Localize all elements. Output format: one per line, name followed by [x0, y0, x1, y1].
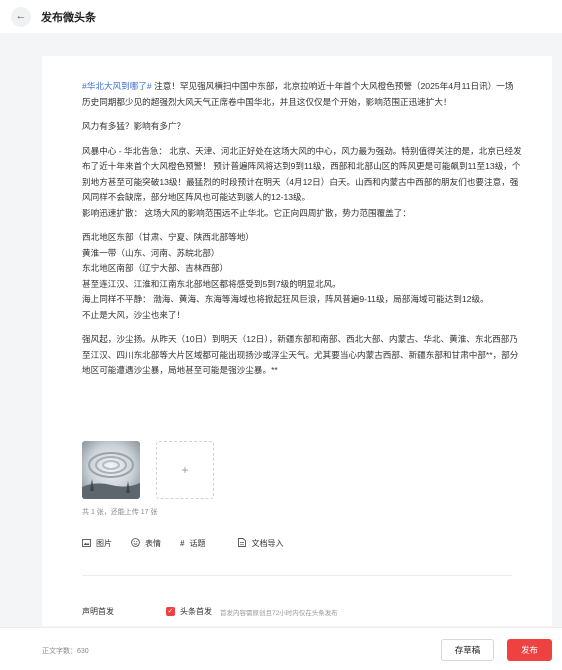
hashtag-link[interactable]: #华北大风到哪了# — [82, 81, 152, 91]
toolbar-topic-button[interactable]: # 话题 — [180, 538, 205, 549]
editor-card: #华北大风到哪了# 注意！罕见强风横扫中国中东部，北京拉响近十年首个大风橙色预警… — [42, 56, 552, 626]
region-line: 甚至连江汉、江淮和江南东北部地区都将感受到5到7级的明显北风。 — [82, 278, 341, 289]
post-editor[interactable]: #华北大风到哪了# 注意！罕见强风横扫中国中东部，北京拉响近十年首个大风橙色预警… — [82, 79, 522, 388]
editor-toolbar: 图片 表情 # 话题 文档导入 — [82, 538, 302, 549]
post-intro: #华北大风到哪了# 注意！罕见强风横扫中国中东部，北京拉响近十年首个大风橙色预警… — [82, 79, 522, 110]
footer-bar: 正文字数：630 存草稿 发布 — [0, 627, 562, 670]
first-publish-checkbox[interactable]: ✓ — [166, 607, 175, 616]
region-line: 黄淮一带（山东、河南、苏皖北部） — [82, 247, 220, 258]
add-image-button[interactable]: + — [156, 441, 214, 499]
image-icon — [82, 538, 91, 549]
post-question: 风力有多猛？影响有多广？ — [82, 121, 186, 131]
uploaded-image-thumbnail[interactable] — [82, 441, 140, 499]
toolbar-emoji-label: 表情 — [145, 539, 161, 548]
back-arrow-icon[interactable]: ← — [11, 6, 31, 27]
save-draft-button[interactable]: 存草稿 — [441, 639, 494, 661]
toolbar-doc-import-label: 文档导入 — [251, 539, 284, 548]
toolbar-emoji-button[interactable]: 表情 — [131, 538, 161, 549]
image-count-text: 共 1 张，还能上传 17 张 — [82, 509, 158, 516]
declaration-row: 声明首发 ✓ 头条首发 首发内容需原创且72小时内仅在头条发布 — [82, 606, 522, 617]
first-publish-description: 首发内容需原创且72小时内仅在头条发布 — [220, 609, 338, 617]
emoji-icon — [131, 538, 140, 549]
image-upload-row: + — [82, 441, 214, 499]
page-title: 发布微头条 — [41, 11, 96, 24]
region-list: 西北地区东部（甘肃、宁夏、陕西北部等地） 黄淮一带（山东、河南、苏皖北部） 东北… — [82, 230, 522, 323]
toolbar-topic-label: 话题 — [189, 539, 206, 548]
region-line: 东北地区南部（辽宁大部、吉林西部） — [82, 263, 229, 273]
first-publish-label[interactable]: 头条首发 — [180, 606, 212, 617]
divider — [82, 575, 512, 576]
top-bar: ← 发布微头条 — [0, 0, 562, 33]
toolbar-image-button[interactable]: 图片 — [82, 538, 112, 549]
plus-icon: + — [181, 463, 189, 477]
hashtag-icon: # — [180, 539, 185, 548]
word-count: 正文字数：630 — [42, 648, 89, 655]
region-line: 海上同样不平静： 渤海、黄海、东海等海域也将掀起狂风巨浪，阵风普遍9-11级，局… — [82, 294, 489, 304]
declaration-label: 声明首发 — [82, 607, 114, 616]
region-line: 西北地区东部（甘肃、宁夏、陕西北部等地） — [82, 232, 254, 242]
region-line: 不止是大风，沙尘也来了！ — [82, 309, 186, 320]
toolbar-doc-import-button[interactable]: 文档导入 — [238, 538, 283, 549]
post-dust-paragraph: 强风起，沙尘扬。从昨天（10日）到明天（12日），新疆东部和南部、西北大部、内蒙… — [82, 334, 519, 375]
post-spread-paragraph: 影响迅速扩散： 这场大风的影响范围远不止华北。它正向四周扩散，势力范围覆盖了： — [82, 207, 411, 218]
publish-button[interactable]: 发布 — [507, 639, 552, 661]
document-icon — [238, 538, 247, 549]
toolbar-image-label: 图片 — [96, 539, 112, 548]
post-center-paragraph: 风暴中心 - 华北告急： 北京、天津、河北正好处在这场大风的中心，风力最为强劲。… — [82, 145, 522, 203]
